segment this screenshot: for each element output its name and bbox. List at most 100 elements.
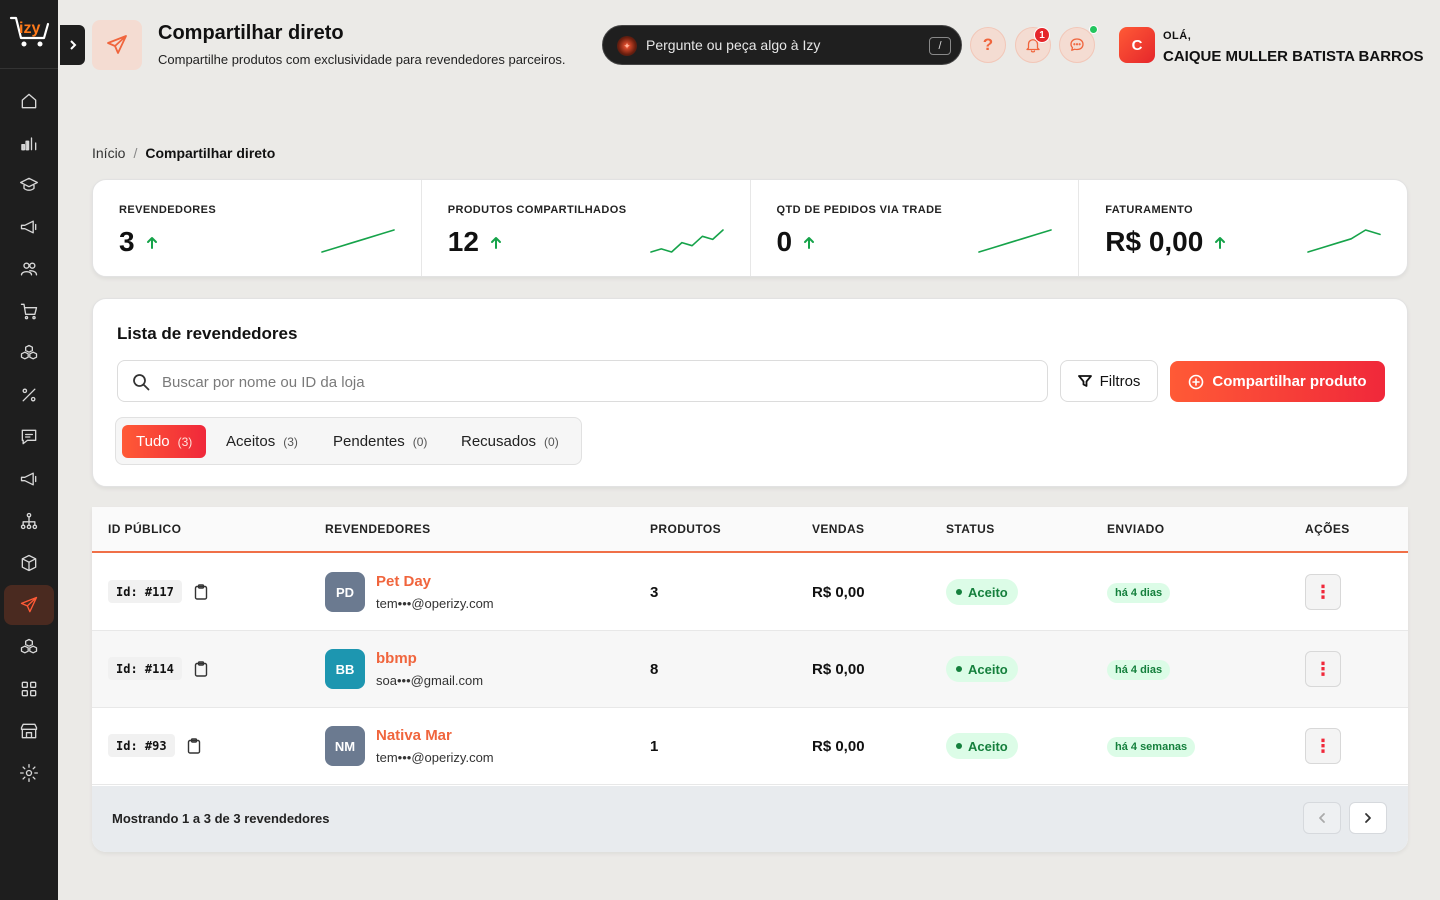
seller-name-link[interactable]: Pet Day [376,573,431,590]
stat-resellers: REVENDEDORES 3 [93,180,422,276]
seller-name-link[interactable]: bbmp [376,650,417,667]
plus-circle-icon [1189,374,1204,389]
breadcrumb: Início / Compartilhar direto [92,145,275,161]
stat-label: QTD DE PEDIDOS VIA TRADE [776,204,943,216]
sidebar-item-catalog[interactable] [17,635,41,659]
tab-all[interactable]: Tudo (3) [122,425,207,458]
sidebar-item-inventory[interactable] [17,551,41,575]
status-badge: Aceito [946,733,1018,759]
column-header-status: STATUS [946,522,995,536]
megaphone-icon [20,220,37,234]
seller-email: tem•••@operizy.com [376,596,494,611]
help-button[interactable]: ? [970,27,1006,63]
resellers-list-card: Lista de revendedores Filtros Compartilh… [92,298,1408,487]
sidebar-item-courses[interactable] [17,173,41,197]
sidebar-item-campaigns[interactable] [17,467,41,491]
trend-sparkline [320,229,395,253]
sidebar-item-products[interactable] [17,341,41,365]
arrow-up-icon [804,237,815,249]
pagination-next-button[interactable] [1349,802,1387,834]
avatar: BB [325,649,365,689]
arrow-up-icon [490,237,501,249]
trend-sparkline [649,229,724,253]
trend-sparkline [978,229,1053,253]
status-dot [956,743,962,749]
status-badge: Aceito [946,656,1018,682]
row-actions-button[interactable]: ⋮ [1305,574,1341,610]
sidebar-item-orders[interactable] [17,299,41,323]
copy-id-button[interactable] [194,661,208,677]
products-count: 3 [650,584,659,601]
gear-icon [20,764,38,782]
boxes-icon [20,638,38,654]
percent-icon [22,388,36,402]
sidebar-item-direct-share[interactable] [17,593,41,617]
chevron-right-icon [1365,813,1371,823]
status-tabs: Tudo (3) Aceitos (3) Pendentes (0) Recusado… [115,417,582,465]
page-subtitle: Compartilhe produtos com exclusividade p… [158,52,566,67]
filters-button[interactable]: Filtros [1060,360,1158,402]
help-icon: ? [982,35,994,54]
package-icon [21,554,37,572]
sidebar-item-store[interactable] [17,719,41,743]
copy-id-button[interactable] [194,584,208,600]
search-icon [133,374,150,391]
column-header-resellers: REVENDEDORES [325,522,431,536]
table-row[interactable]: Id: #93 NM Nativa Mar tem•••@operizy.com… [92,708,1408,785]
stat-value: R$ 0,00 [1105,226,1227,258]
sparkle-icon: ✦ [617,36,637,56]
message-icon [21,429,37,445]
breadcrumb-current: Compartilhar direto [145,145,276,161]
chat-icon [1070,38,1084,51]
sidebar-item-home[interactable] [17,89,41,113]
resellers-table: ID PÚBLICO REVENDEDORES PRODUTOS VENDAS … [92,507,1408,852]
products-count: 1 [650,738,659,755]
tab-pending[interactable]: Pendentes (0) [319,425,441,458]
sidebar-item-network[interactable] [17,509,41,533]
column-header-products: PRODUTOS [650,522,721,536]
clipboard-icon [194,584,208,600]
table-row[interactable]: Id: #114 BB bbmp soa•••@gmail.com 8 R$ 0… [92,631,1408,708]
row-actions-button[interactable]: ⋮ [1305,728,1341,764]
tab-refused[interactable]: Recusados (0) [447,425,573,458]
seller-name-link[interactable]: Nativa Mar [376,727,452,744]
network-icon [20,512,38,530]
trend-sparkline [1307,229,1381,253]
pagination-summary: Mostrando 1 a 3 de 3 revendedores [112,811,330,826]
sidebar-item-reports[interactable] [17,131,41,155]
list-title: Lista de revendedores [117,324,298,343]
sidebar-item-discounts[interactable] [17,383,41,407]
sidebar-item-customers[interactable] [17,257,41,281]
public-id: Id: #117 [108,580,182,603]
sidebar-item-settings[interactable] [17,761,41,785]
izy-logo[interactable]: izy [8,12,52,50]
avatar: NM [325,726,365,766]
share-product-button[interactable]: Compartilhar produto [1170,361,1385,402]
pagination-prev-button[interactable] [1303,802,1341,834]
stat-revenue: FATURAMENTO R$ 0,00 [1079,180,1407,276]
share-product-label: Compartilhar produto [1212,373,1367,390]
column-header-sent: ENVIADO [1107,522,1165,536]
breadcrumb-home[interactable]: Início [92,145,125,161]
stat-label: FATURAMENTO [1105,204,1193,216]
user-name[interactable]: CAIQUE MULLER BATISTA BARROS [1163,48,1424,65]
sidebar-item-apps[interactable] [17,677,41,701]
avatar: PD [325,572,365,612]
tab-accepted[interactable]: Aceitos (3) [212,425,312,458]
sidebar-item-marketing[interactable] [17,215,41,239]
table-row[interactable]: Id: #117 PD Pet Day tem•••@operizy.com 3… [92,554,1408,631]
sidebar: izy [0,0,58,900]
sales-value: R$ 0,00 [812,584,865,601]
stat-shared-products: PRODUTOS COMPARTILHADOS 12 [422,180,751,276]
user-greeting: OLÁ, [1163,30,1192,42]
copy-id-button[interactable] [187,738,201,754]
sidebar-item-messages[interactable] [17,425,41,449]
ai-assistant-search[interactable]: ✦ Pergunte ou peça algo à Izy / [602,25,962,65]
filter-icon [1077,375,1092,387]
user-avatar[interactable]: C [1119,27,1155,63]
stat-label: PRODUTOS COMPARTILHADOS [447,204,627,216]
column-header-sales: VENDAS [812,522,865,536]
search-input[interactable] [162,371,1022,393]
row-actions-button[interactable]: ⋮ [1305,651,1341,687]
sidebar-expand-button[interactable] [60,25,85,65]
